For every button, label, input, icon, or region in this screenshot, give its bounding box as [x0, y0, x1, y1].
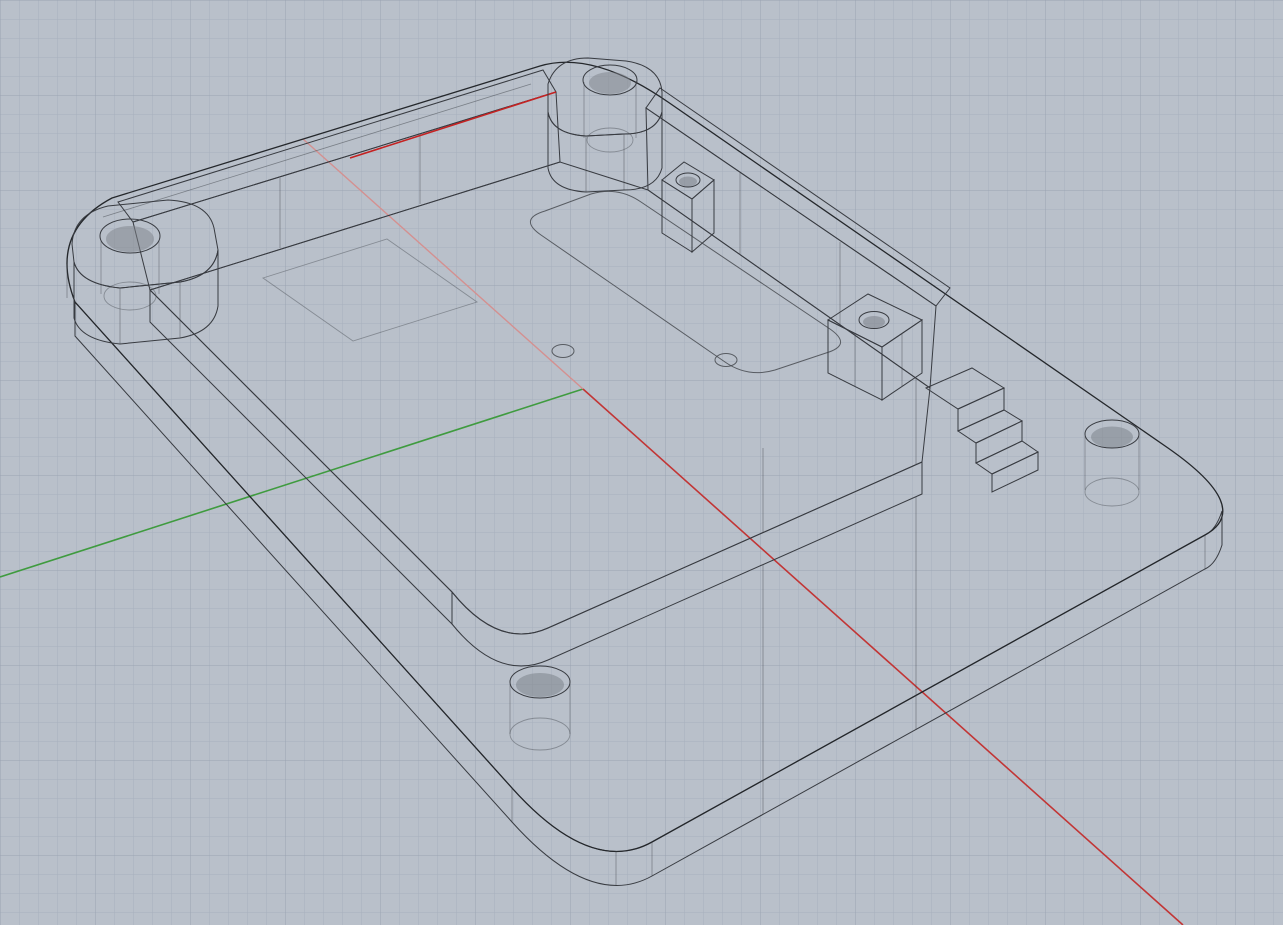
- cad-viewport[interactable]: [0, 0, 1283, 925]
- grid-major-lines: [0, 0, 1283, 925]
- hole-north-bore-shadow: [589, 72, 631, 94]
- block-a-hole-shadow: [679, 177, 697, 187]
- hole-east-bore-shadow: [1091, 427, 1133, 448]
- scene: [0, 0, 1283, 925]
- hole-south-bore-shadow: [516, 673, 564, 697]
- block-b-hole-shadow: [863, 316, 885, 328]
- hole-west-bore-shadow: [106, 226, 154, 252]
